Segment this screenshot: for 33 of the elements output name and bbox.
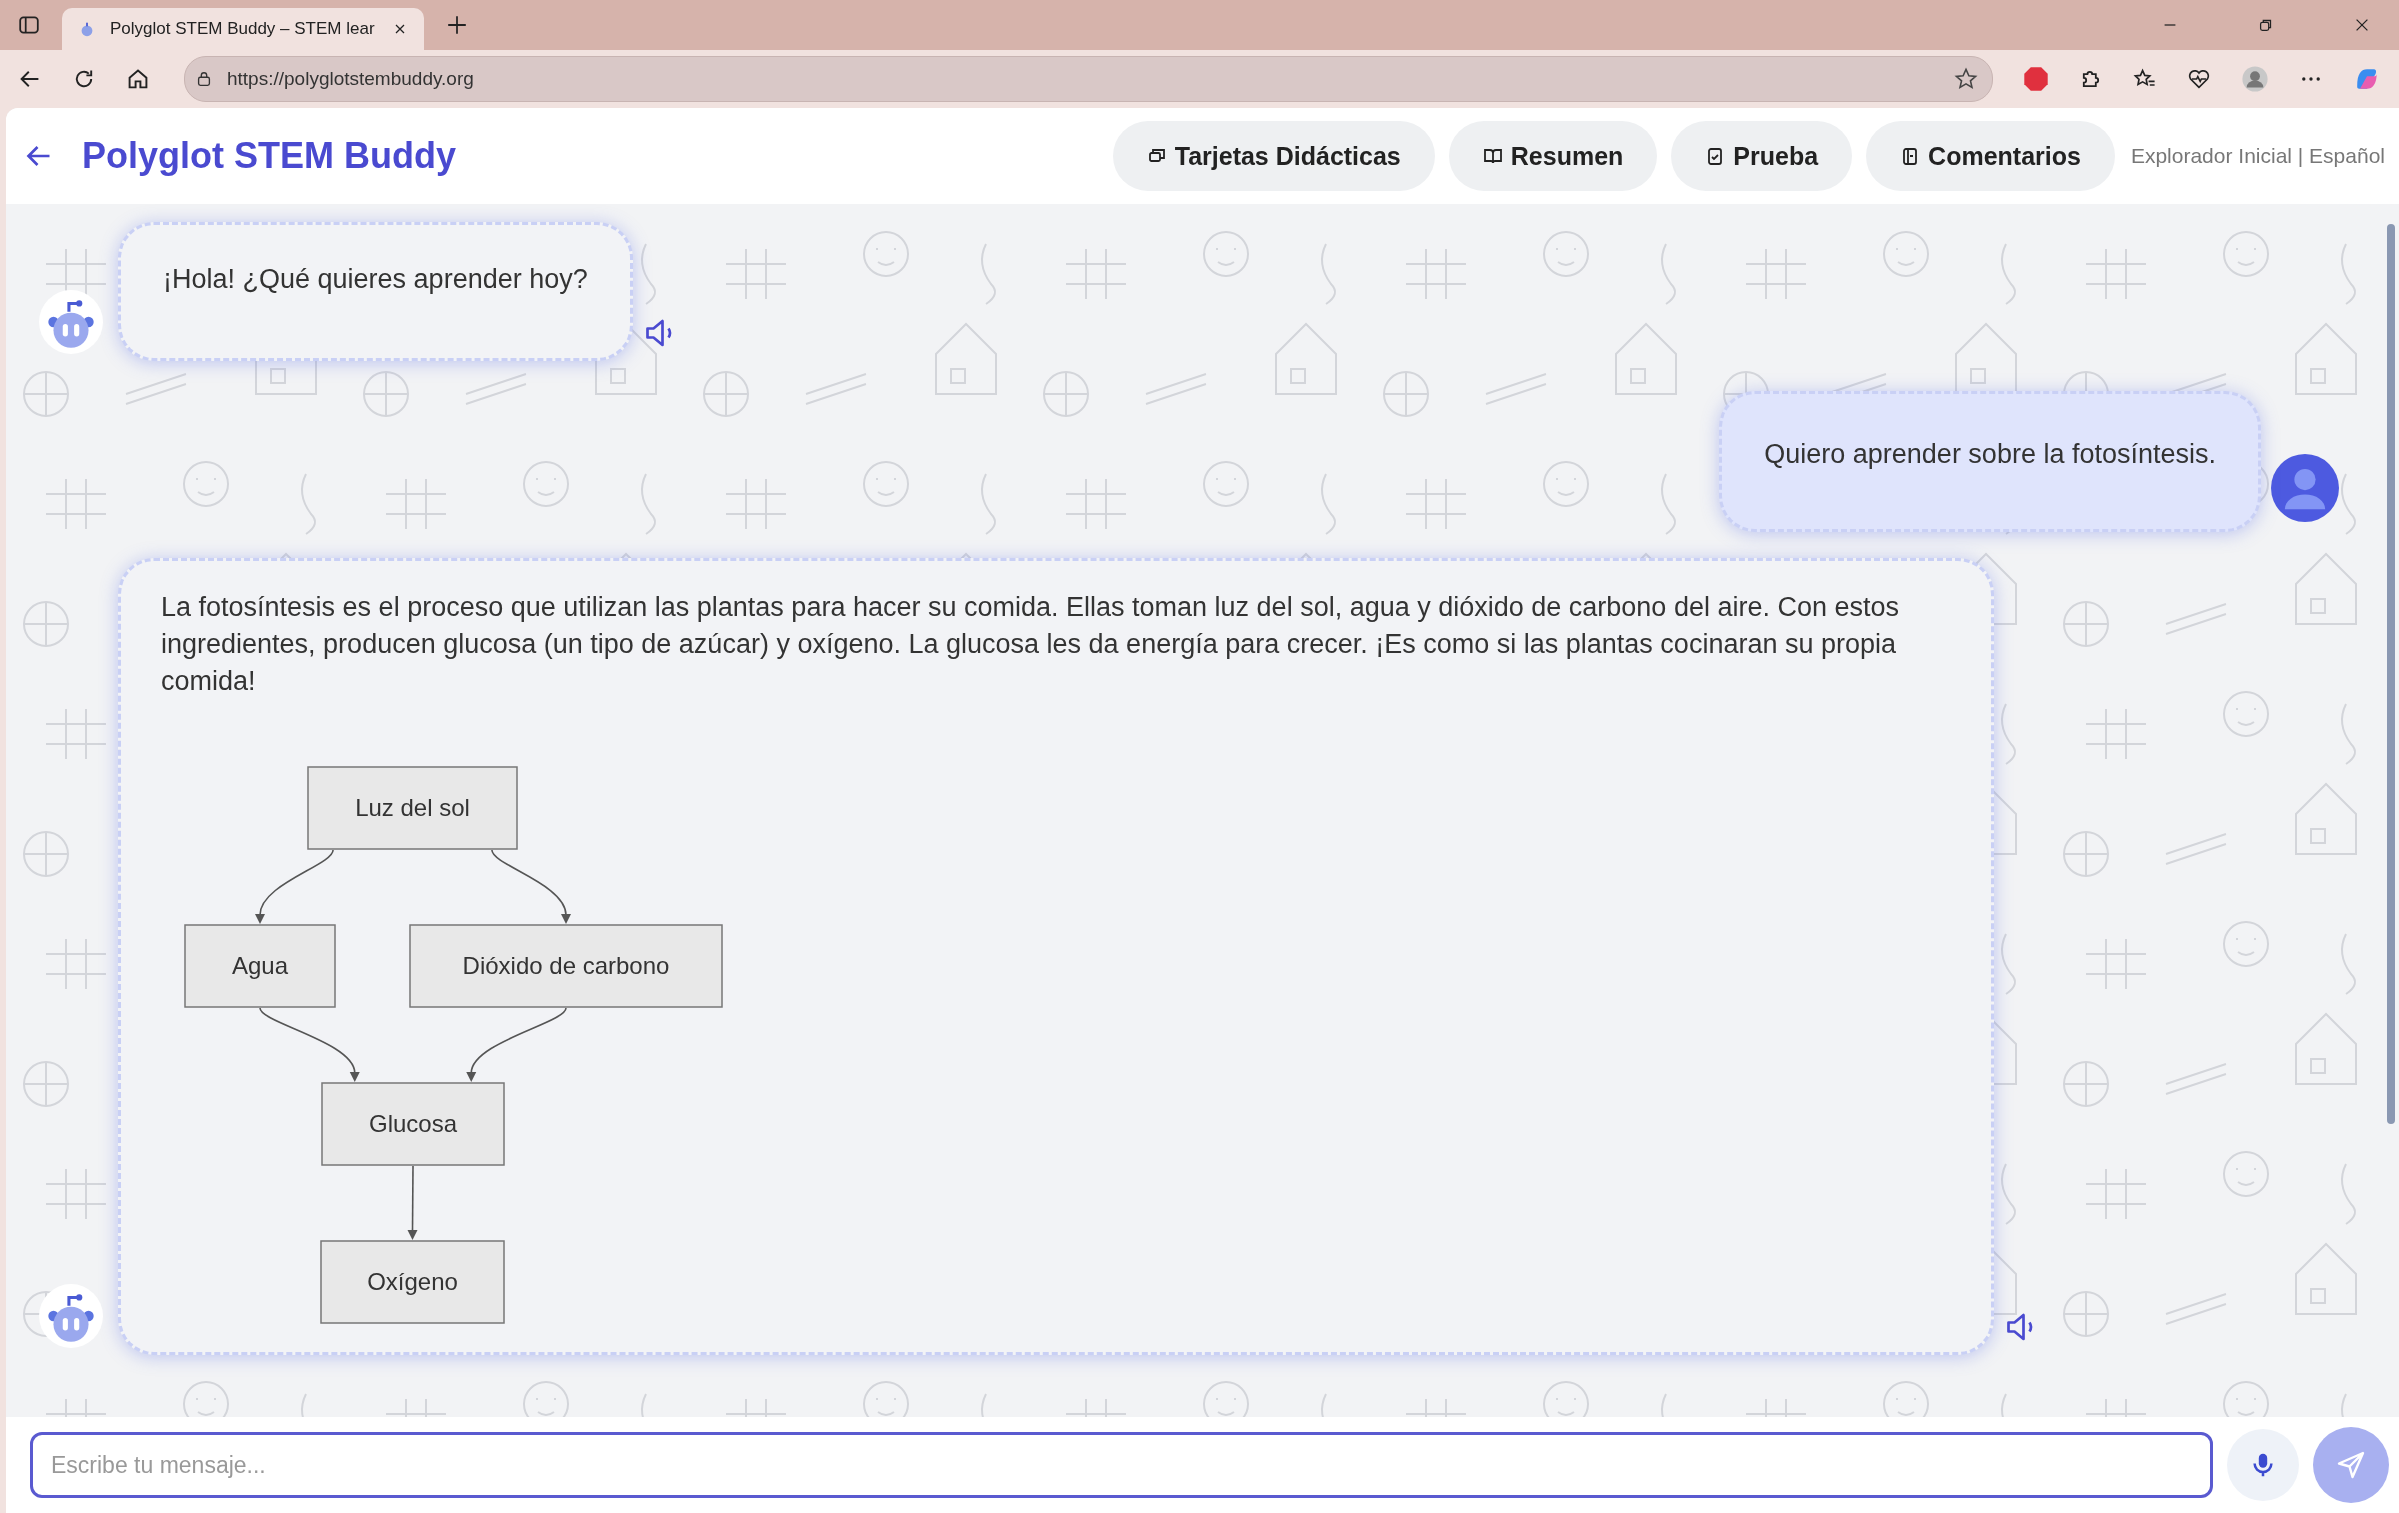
book-icon xyxy=(1482,146,1503,166)
scrollbar[interactable] xyxy=(2387,224,2395,1124)
flowchart-node: Agua xyxy=(184,924,336,1008)
nav-button[interactable]: Resumen xyxy=(1448,121,1658,191)
send-icon xyxy=(2336,1450,2366,1480)
heart-pulse-icon[interactable] xyxy=(2187,67,2211,91)
user-avatar-icon xyxy=(2271,454,2339,522)
nav-button[interactable]: Tarjetas Didácticas xyxy=(1112,121,1435,191)
message-text: ¡Hola! ¿Qué quieres aprender hoy? xyxy=(163,263,588,296)
message-text: La fotosíntesis es el proceso que utilizan las plantas para hacer su comida. Ellas toman luz del sol, agua y dióxido de carbono del aire. Con estos ingredientes, producen glucosa (un tipo de azúcar) y oxígeno. La glucosa les da energía para crecer. ¡Es como si las plantas cocinaran su propia comida! xyxy=(161,591,1900,698)
message-text: Quiero aprender sobre la fotosíntesis. xyxy=(1764,438,2216,471)
robot-avatar-icon xyxy=(38,289,104,355)
tab-title: Polyglot STEM Buddy – STEM lear xyxy=(110,19,376,39)
app-title: Polyglot STEM Buddy xyxy=(82,135,456,177)
flowchart-node: Glucosa xyxy=(321,1082,505,1166)
home-icon[interactable] xyxy=(126,67,150,91)
browser-tab[interactable]: Polyglot STEM Buddy – STEM lear xyxy=(62,8,424,50)
star-icon[interactable] xyxy=(1954,67,1978,91)
flowchart-node: Dióxido de carbono xyxy=(409,924,723,1008)
flowchart-node: Luz del sol xyxy=(307,766,518,850)
url-text: https://polyglotstembuddy.org xyxy=(227,68,474,90)
sidebar-toggle-icon[interactable] xyxy=(18,14,40,36)
lock-icon xyxy=(195,70,213,88)
nav-button[interactable]: Comentarios xyxy=(1866,121,2115,191)
stop-sign-icon[interactable] xyxy=(2023,66,2049,92)
address-bar[interactable]: https://polyglotstembuddy.org xyxy=(184,56,1993,102)
message-input[interactable]: Escribe tu mensaje... xyxy=(30,1432,2213,1498)
nav-button[interactable]: Prueba xyxy=(1671,121,1853,191)
robot-avatar-icon xyxy=(38,1283,104,1349)
new-tab-icon[interactable] xyxy=(446,14,468,36)
flowchart-node: Oxígeno xyxy=(320,1240,505,1324)
profile-icon[interactable] xyxy=(2241,65,2269,93)
user-level-text: Explorador Inicial | Español xyxy=(2130,144,2385,168)
